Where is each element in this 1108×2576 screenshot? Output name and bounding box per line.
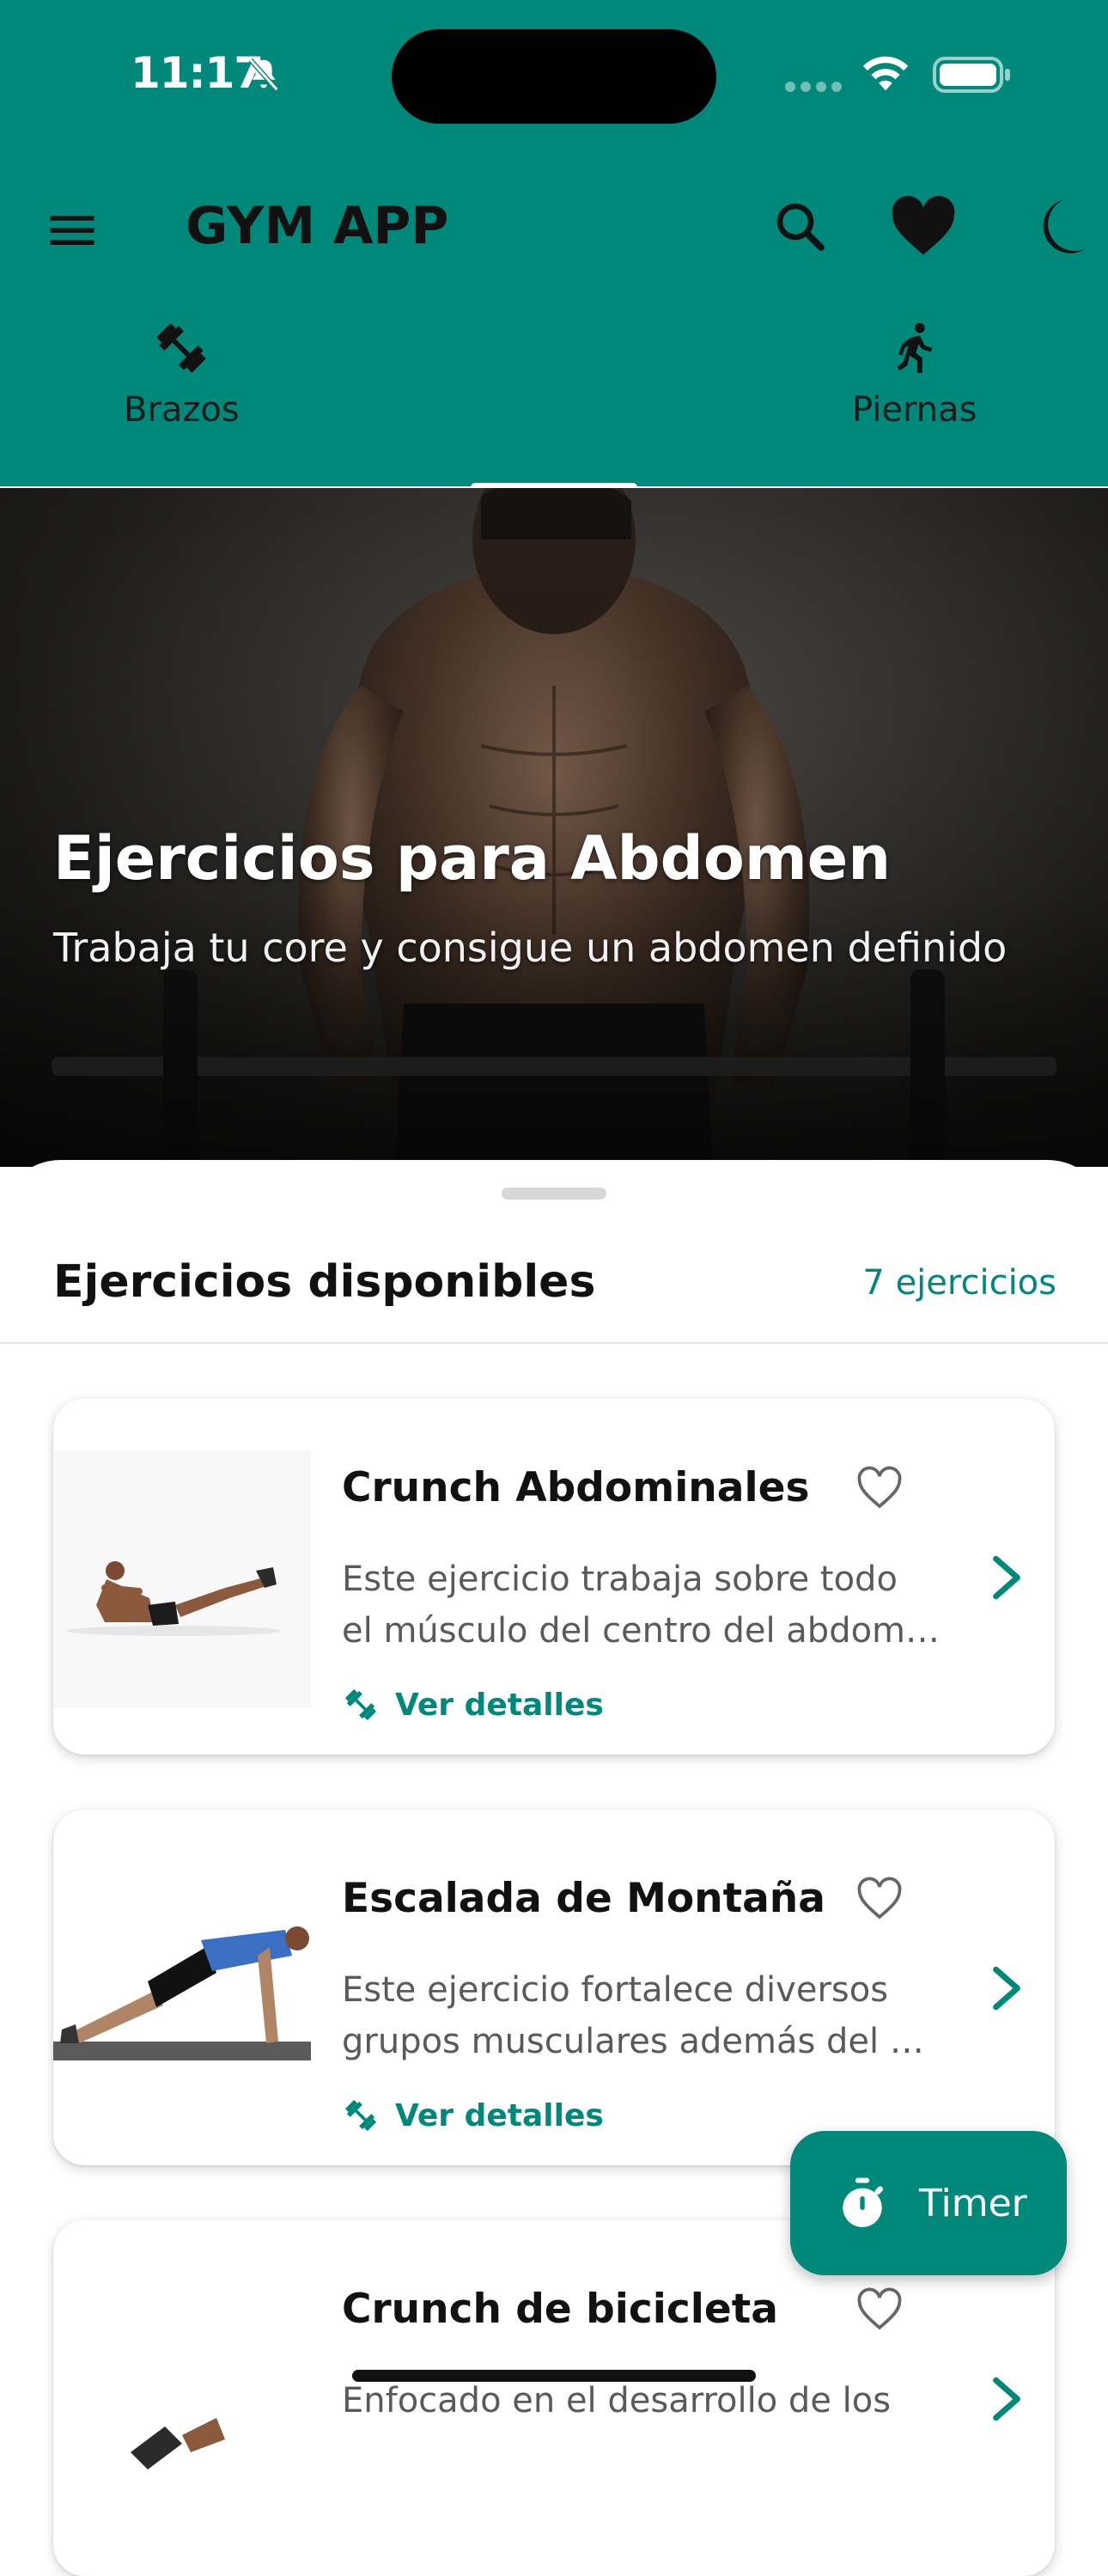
tab-brazos-label: Brazos — [124, 390, 240, 430]
dumbbell-icon — [157, 323, 206, 373]
tab-brazos[interactable]: Brazos — [124, 318, 240, 430]
chevron-right-icon[interactable] — [989, 2375, 1024, 2423]
exercise-description: Enfocado en el desarrollo de los — [342, 2381, 892, 2420]
timer-label: Timer — [919, 2181, 1027, 2225]
app-header: 11:17 GYM APP Brazos Piernas — [0, 0, 1108, 491]
search-icon[interactable] — [770, 196, 831, 258]
exercise-card[interactable]: Escalada de Montaña Este ejercicio forta… — [53, 1810, 1055, 2165]
favorite-heart-outline-icon[interactable] — [855, 2287, 904, 2332]
view-details-label: Ver detalles — [395, 1687, 604, 1723]
favorites-heart-icon[interactable] — [890, 196, 957, 258]
stopwatch-icon — [843, 2177, 884, 2227]
timer-button[interactable]: Timer — [790, 2131, 1067, 2275]
exercise-description: Este ejercicio trabaja sobre todo el mús… — [342, 1560, 941, 1651]
category-tabs: Brazos Piernas — [0, 318, 1108, 491]
view-details-link[interactable]: Ver detalles — [342, 1686, 604, 1724]
exercise-name: Crunch de bicicleta — [342, 2286, 778, 2333]
dumbbell-icon — [345, 1689, 376, 1720]
app-title: GYM APP — [186, 196, 449, 256]
favorite-heart-outline-icon[interactable] — [855, 1466, 904, 1511]
dynamic-island — [392, 29, 716, 124]
cellular-signal-icon — [785, 82, 842, 92]
battery-icon — [933, 57, 1010, 93]
chevron-right-icon[interactable] — [989, 1554, 1024, 1602]
hero-subtitle: Trabaja tu core y consigue un abdomen de… — [53, 925, 1008, 971]
exercise-thumbnail-crunch — [53, 1450, 311, 1708]
home-indicator[interactable] — [352, 2370, 756, 2382]
tab-piernas-label: Piernas — [852, 390, 977, 430]
wifi-icon — [862, 56, 909, 91]
dumbbell-icon — [345, 2100, 376, 2131]
chevron-right-icon[interactable] — [989, 1964, 1024, 2012]
sheet-divider — [0, 1342, 1108, 1344]
view-details-label: Ver detalles — [395, 2097, 604, 2133]
exercise-name: Crunch Abdominales — [342, 1464, 810, 1511]
exercise-thumbnail-mountain-climber — [53, 1861, 311, 2119]
app-bar: GYM APP — [0, 163, 1108, 292]
hero-banner: Ejercicios para Abdomen Trabaja tu core … — [0, 488, 1108, 1167]
running-icon — [897, 322, 933, 374]
favorite-heart-outline-icon[interactable] — [855, 1877, 904, 1921]
hero-title: Ejercicios para Abdomen — [53, 823, 892, 894]
sheet-drag-handle[interactable] — [502, 1187, 606, 1199]
sheet-title: Ejercicios disponibles — [53, 1256, 596, 1308]
view-details-link[interactable]: Ver detalles — [342, 2097, 604, 2134]
exercise-thumbnail-bicycle-crunch — [53, 2272, 311, 2530]
exercise-count: 7 ejercicios — [862, 1263, 1056, 1303]
exercise-name: Escalada de Montaña — [342, 1875, 825, 1922]
exercise-card[interactable]: Crunch Abdominales Este ejercicio trabaj… — [53, 1399, 1055, 1755]
exercise-description: Este ejercicio fortalece diversos grupos… — [342, 1970, 924, 2061]
dark-mode-moon-icon[interactable] — [1020, 194, 1086, 259]
tab-piernas[interactable]: Piernas — [852, 318, 977, 430]
menu-icon[interactable] — [43, 201, 101, 259]
bell-muted-icon — [248, 58, 279, 92]
